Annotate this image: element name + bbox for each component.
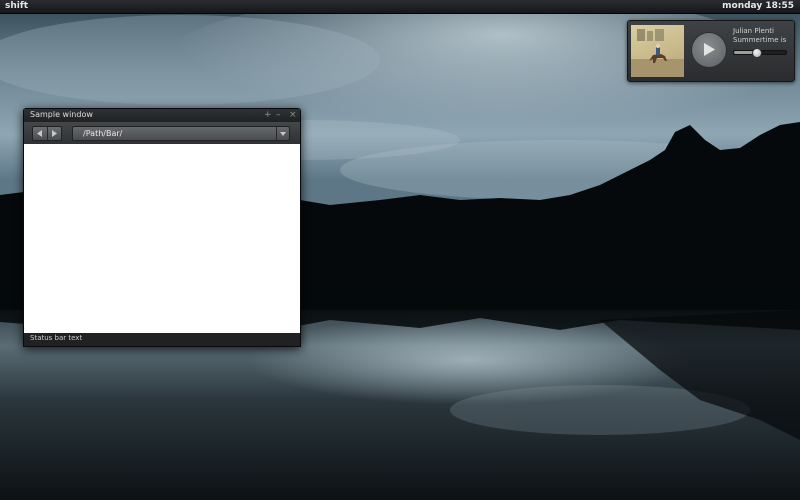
path-dropdown-button[interactable] <box>276 127 289 140</box>
minimize-button[interactable]: – <box>276 110 281 120</box>
path-input[interactable]: /Path/Bar/ <box>72 126 290 141</box>
volume-slider-handle[interactable] <box>751 48 762 58</box>
status-bar: Status bar text <box>24 333 300 346</box>
top-panel: shift monday 18:55 <box>0 0 800 14</box>
maximize-button[interactable]: + <box>264 110 272 120</box>
navigation-buttons <box>32 126 62 141</box>
window-title: Sample window <box>30 110 93 119</box>
window-toolbar: /Path/Bar/ <box>24 122 300 144</box>
play-button[interactable] <box>691 32 727 68</box>
track-title: Summertime is <box>733 36 787 44</box>
window-titlebar[interactable]: Sample window + – × <box>24 109 300 122</box>
forward-arrow-icon <box>52 130 57 137</box>
back-button[interactable] <box>33 127 48 140</box>
forward-button[interactable] <box>47 127 61 140</box>
track-artist: Julian Plenti <box>733 27 774 35</box>
path-value: /Path/Bar/ <box>83 129 123 138</box>
close-button[interactable]: × <box>289 110 297 120</box>
music-player-widget: Julian Plenti Summertime is <box>627 20 795 82</box>
volume-slider[interactable] <box>733 48 787 58</box>
album-art <box>631 25 684 77</box>
status-bar-text: Status bar text <box>30 334 83 342</box>
play-icon <box>704 43 715 56</box>
back-arrow-icon <box>37 130 42 137</box>
panel-clock[interactable]: monday 18:55 <box>722 1 794 11</box>
app-menu-label[interactable]: shift <box>5 1 28 11</box>
chevron-down-icon <box>280 132 286 136</box>
window-content-area[interactable] <box>24 144 300 333</box>
sample-window: Sample window + – × /Path/Bar/ Status ba… <box>23 108 301 347</box>
